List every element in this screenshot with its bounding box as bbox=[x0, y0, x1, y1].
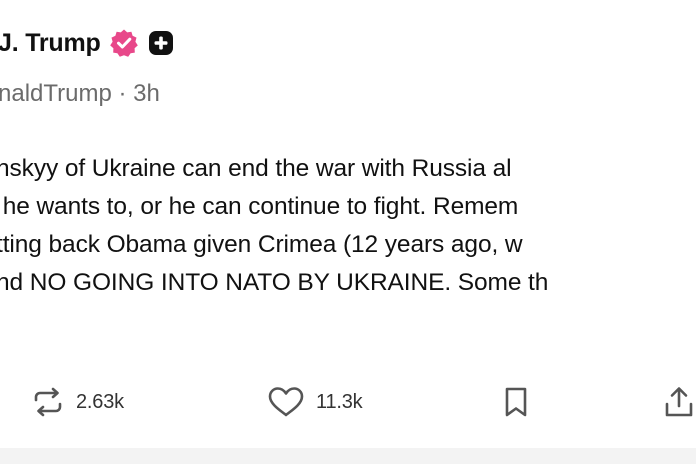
time-separator: · bbox=[118, 80, 127, 107]
post-body-line: he wants to, or he can continue to fight… bbox=[0, 193, 519, 220]
action-bar: 2.63k 11.3k bbox=[0, 380, 696, 424]
post-body-line: nskyy of Ukraine can end the war with Ru… bbox=[0, 155, 512, 182]
share-icon bbox=[665, 387, 693, 417]
heart-icon bbox=[268, 387, 304, 417]
repost-count: 2.63k bbox=[76, 390, 124, 413]
post-body-line: nd NO GOING INTO NATO BY UKRAINE. Some t… bbox=[0, 269, 549, 296]
handle[interactable]: naldTrump bbox=[0, 80, 112, 107]
share-button[interactable] bbox=[662, 380, 696, 424]
handle-line: naldTrump · 3h bbox=[0, 80, 160, 108]
repost-icon bbox=[34, 387, 62, 417]
post-card: J. Trump naldTrump · 3h nskyy of Ukraine… bbox=[0, 0, 696, 464]
post-body-line: tting back Obama given Crimea (12 years … bbox=[0, 231, 523, 258]
repost-button[interactable]: 2.63k bbox=[30, 380, 124, 424]
display-name[interactable]: J. Trump bbox=[0, 29, 101, 58]
post-header: J. Trump bbox=[0, 28, 175, 58]
verified-badge-icon bbox=[109, 28, 139, 58]
timestamp[interactable]: 3h bbox=[133, 80, 160, 107]
like-count: 11.3k bbox=[316, 390, 363, 413]
post-body: nskyy of Ukraine can end the war with Ru… bbox=[0, 150, 548, 302]
bookmark-icon bbox=[505, 387, 527, 417]
bottom-divider bbox=[0, 448, 696, 464]
bookmark-button[interactable] bbox=[500, 380, 532, 424]
like-button[interactable]: 11.3k bbox=[266, 380, 363, 424]
plus-square-icon bbox=[147, 29, 175, 57]
